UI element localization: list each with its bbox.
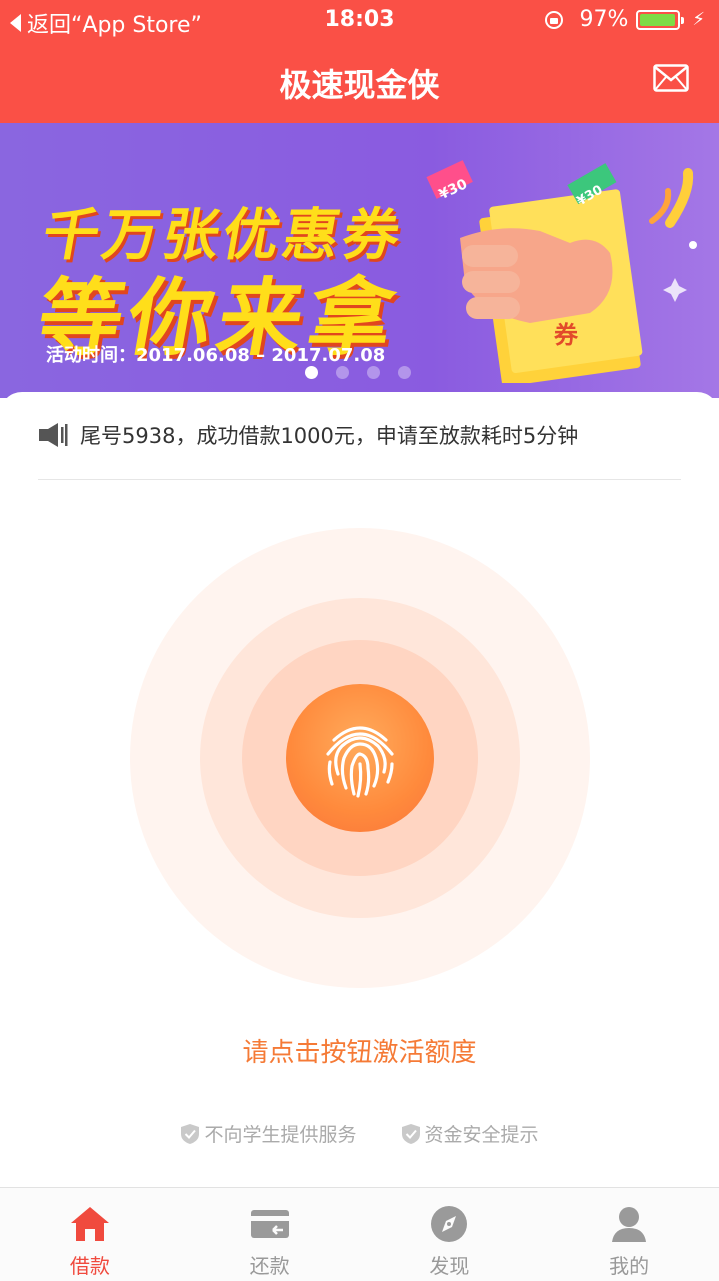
activate-hint: 请点击按钮激活额度 xyxy=(242,1038,477,1068)
tab-mine[interactable]: 我的 xyxy=(539,1188,719,1281)
fingerprint-icon xyxy=(326,726,394,798)
user-icon xyxy=(612,1207,647,1242)
charging-bolt-icon: ⚡ xyxy=(692,9,705,30)
rotation-lock-icon xyxy=(545,10,564,29)
main-card: 尾号5938，成功借款1000元，申请至放款耗时5分钟 请点击按钮激活额度 不向… xyxy=(0,392,719,1187)
fingerprint-activate-button[interactable] xyxy=(286,684,434,832)
tab-bar: 借款 还款 发现 我的 xyxy=(0,1187,719,1281)
carousel-dot[interactable] xyxy=(398,366,411,379)
carousel-dot[interactable] xyxy=(336,366,349,379)
shield-icon xyxy=(401,1123,420,1144)
page-title: 极速现金侠 xyxy=(279,66,440,104)
tip-no-students[interactable]: 不向学生提供服务 xyxy=(180,1120,357,1147)
speaker-icon xyxy=(39,423,68,447)
tab-label: 发现 xyxy=(429,1254,470,1278)
tip-label: 资金安全提示 xyxy=(424,1124,539,1146)
safety-tips: 不向学生提供服务 资金安全提示 xyxy=(0,1120,719,1147)
promo-banner[interactable]: 千万张优惠券 等你来拿 活动时间：2017.06.08 – 2017.07.08… xyxy=(0,123,719,398)
coupon-hand-illustration: ¥30 ¥30 优 惠 券 xyxy=(426,160,697,383)
notice-text: 尾号5938，成功借款1000元，申请至放款耗时5分钟 xyxy=(80,424,579,448)
status-bar: 返回“App Store” 18:03 97% ⚡ xyxy=(0,0,719,40)
nav-bar: 极速现金侠 xyxy=(0,40,719,123)
divider xyxy=(38,479,681,480)
tab-label: 还款 xyxy=(249,1254,290,1278)
battery-icon xyxy=(636,9,685,30)
fingerprint-area xyxy=(130,528,590,988)
coupon-text-3: 券 xyxy=(554,321,579,349)
carousel-dots xyxy=(305,366,429,379)
home-icon xyxy=(70,1207,109,1241)
compass-icon xyxy=(431,1206,468,1242)
shield-icon xyxy=(181,1123,200,1144)
loan-notice: 尾号5938，成功借款1000元，申请至放款耗时5分钟 xyxy=(38,420,578,450)
tab-borrow[interactable]: 借款 xyxy=(0,1188,180,1281)
tab-repay[interactable]: 还款 xyxy=(180,1188,360,1281)
mail-icon[interactable] xyxy=(653,64,689,92)
tab-label: 我的 xyxy=(609,1254,650,1278)
tip-fund-safety[interactable]: 资金安全提示 xyxy=(401,1120,539,1147)
battery-percent: 97% xyxy=(579,7,629,32)
tab-label: 借款 xyxy=(69,1254,110,1278)
carousel-dot[interactable] xyxy=(367,366,380,379)
status-right: 97% ⚡ xyxy=(545,7,705,32)
carousel-dot[interactable] xyxy=(305,366,318,379)
tip-label: 不向学生提供服务 xyxy=(204,1124,357,1146)
banner-date: 活动时间：2017.06.08 – 2017.07.08 xyxy=(46,345,386,366)
tab-discover[interactable]: 发现 xyxy=(360,1188,540,1281)
card-icon xyxy=(250,1210,289,1238)
